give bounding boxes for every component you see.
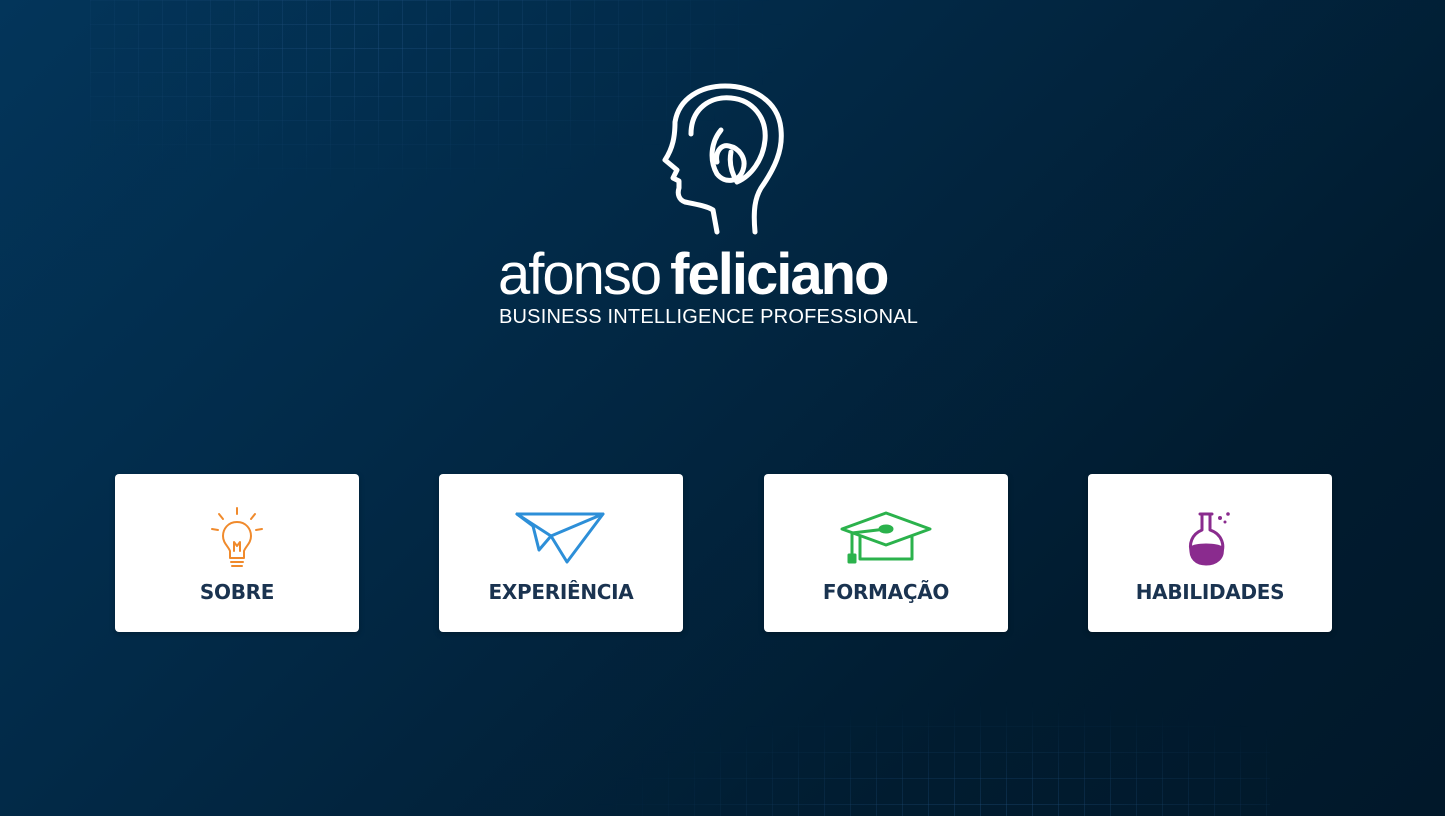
paper-plane-icon bbox=[515, 512, 605, 564]
head-profile-icon bbox=[662, 83, 784, 235]
brand-logo: afonso feliciano BUSINESS INTELLIGENCE PR… bbox=[480, 82, 965, 332]
graduation-cap-icon bbox=[840, 511, 932, 564]
nav-card-sobre[interactable]: SOBRE bbox=[115, 474, 359, 632]
brand-tagline: BUSINESS INTELLIGENCE PROFESSIONAL bbox=[499, 306, 919, 328]
flask-icon bbox=[1188, 512, 1230, 566]
brand-name: afonso feliciano bbox=[498, 242, 968, 308]
background-grid-bottom bbox=[590, 700, 1270, 816]
nav-card-label: FORMAÇÃO bbox=[822, 580, 950, 604]
nav-card-label: HABILIDADES bbox=[1135, 580, 1285, 604]
nav-card-formacao[interactable]: FORMAÇÃO bbox=[764, 474, 1008, 632]
brand-last-name: feliciano bbox=[670, 242, 889, 307]
lightbulb-icon bbox=[211, 507, 263, 567]
nav-card-habilidades[interactable]: HABILIDADES bbox=[1088, 474, 1332, 632]
nav-card-label: EXPERIÊNCIA bbox=[488, 580, 634, 604]
nav-card-experiencia[interactable]: EXPERIÊNCIA bbox=[439, 474, 683, 632]
brand-first-name: afonso bbox=[498, 242, 662, 307]
nav-card-label: SOBRE bbox=[199, 580, 275, 604]
